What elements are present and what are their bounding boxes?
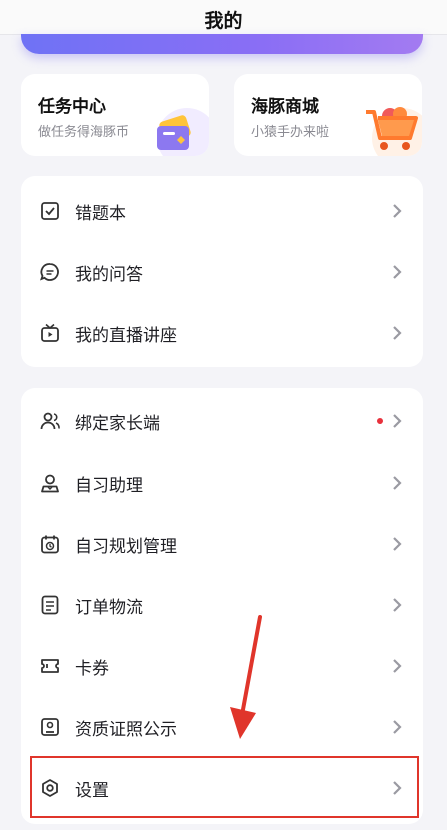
card-title: 任务中心 [38,97,106,117]
menu-item-label: 我的直播讲座 [75,326,177,346]
card-subtitle: 做任务得海豚币 [38,125,130,140]
menu-item-bind-parent[interactable]: 绑定家长端 [21,390,423,452]
chevron-right-icon [393,659,402,673]
top-bar: 我的 [0,0,447,35]
users-icon [40,412,60,430]
menu-group-primary: 错题本 我的问答 我的直播讲座 [21,176,423,367]
menu-item-label: 错题本 [75,204,126,224]
profile-banner-edge [21,34,423,54]
settings-icon [42,779,58,797]
menu-item-label: 我的问答 [75,265,143,285]
chevron-right-icon [393,326,402,340]
menu-item-settings[interactable]: 设置 [21,757,423,819]
page-title: 我的 [204,10,243,32]
shopping-cart-icon [366,107,422,156]
chevron-right-icon [393,537,402,551]
notification-dot [377,418,383,424]
menu-item-my-qa[interactable]: 我的问答 [21,241,423,303]
chevron-right-icon [393,265,402,279]
chevron-right-icon [393,781,402,795]
certificate-icon [41,718,59,736]
chevron-right-icon [393,414,402,428]
checklist-icon [41,202,59,220]
annotation-arrow [230,615,262,739]
menu-item-study-plan[interactable]: 自习规划管理 [21,513,423,575]
order-list-icon [41,595,59,615]
task-cards-icon [157,108,209,156]
menu-item-label: 资质证照公示 [75,720,177,740]
chevron-right-icon [393,720,402,734]
menu-item-label: 卡券 [75,659,109,679]
menu-item-label: 自习规划管理 [75,537,177,557]
card-subtitle: 小猿手办来啦 [251,125,330,140]
menu-item-label: 绑定家长端 [75,414,160,434]
chevron-right-icon [393,476,402,490]
dolphin-mall-card[interactable]: 海豚商城 小猿手办来啦 [234,74,422,156]
menu-item-label: 自习助理 [75,476,143,496]
chat-bubble-icon [40,263,59,281]
menu-item-my-live-lectures[interactable]: 我的直播讲座 [21,302,423,364]
menu-item-study-assistant[interactable]: 自习助理 [21,452,423,514]
menu-item-mistake-book[interactable]: 错题本 [21,180,423,242]
tv-play-icon [41,323,59,342]
menu-item-label: 订单物流 [75,598,143,618]
task-center-card[interactable]: 任务中心 做任务得海豚币 [21,74,209,156]
chevron-right-icon [393,204,402,218]
menu-item-label: 设置 [75,781,109,801]
menu-group-secondary: 绑定家长端 自习助理 自习规划管理 订单物流 卡券 资质证照公示 设置 [21,388,423,824]
card-title: 海豚商城 [251,97,319,117]
assistant-icon [41,474,59,493]
chevron-right-icon [393,598,402,612]
ticket-icon [41,659,59,673]
calendar-clock-icon [41,535,59,554]
